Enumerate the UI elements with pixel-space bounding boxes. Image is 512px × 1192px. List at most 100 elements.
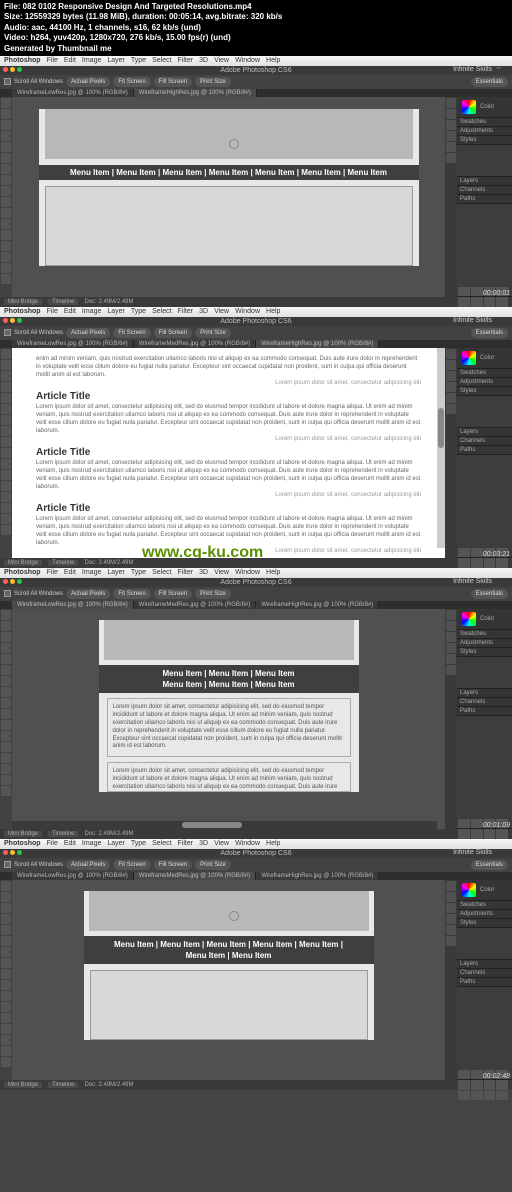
menu-help[interactable]: Help (266, 57, 280, 64)
menu-edit[interactable]: Edit (64, 57, 76, 64)
fill-screen-button[interactable]: Fill Screen (154, 77, 192, 87)
scroll-checkbox[interactable] (4, 861, 11, 868)
panel-icon[interactable] (446, 903, 456, 913)
layers-panel[interactable]: Layers (457, 960, 512, 969)
tool-icon[interactable] (1, 914, 11, 924)
scroll-checkbox[interactable] (4, 78, 11, 85)
menu-type[interactable]: Type (131, 569, 146, 576)
panel-icon[interactable] (446, 360, 456, 370)
vertical-scrollbar[interactable] (437, 348, 445, 548)
minimize-icon[interactable] (10, 850, 15, 855)
tool-icon[interactable] (1, 415, 11, 425)
menu-3d[interactable]: 3D (199, 57, 208, 64)
menu-view[interactable]: View (214, 840, 229, 847)
layers-panel[interactable]: Layers (457, 428, 512, 437)
panel-icon[interactable] (446, 892, 456, 902)
tool-icon[interactable] (1, 1013, 11, 1023)
menu-window[interactable]: Window (235, 840, 260, 847)
menu-3d[interactable]: 3D (199, 840, 208, 847)
menu-window[interactable]: Window (235, 57, 260, 64)
menu-file[interactable]: File (47, 840, 58, 847)
scroll-checkbox[interactable] (4, 329, 11, 336)
tool-icon[interactable] (1, 382, 11, 392)
menu-view[interactable]: View (214, 569, 229, 576)
tab-highres[interactable]: WireframeHighRes.jpg @ 100% (RGB/8#) (134, 89, 257, 97)
tool-icon[interactable] (1, 610, 11, 620)
brush-tool-icon[interactable] (1, 164, 11, 174)
adjustments-panel[interactable]: Adjustments (457, 127, 512, 136)
menu-select[interactable]: Select (152, 57, 171, 64)
menu-select[interactable]: Select (152, 840, 171, 847)
tab-lowres[interactable]: WireframeLowRes.jpg @ 100% (RGB/8#) (12, 340, 134, 348)
panel-icon[interactable] (446, 153, 456, 163)
panel-icon[interactable] (446, 881, 456, 891)
tab-medres[interactable]: WireframeMedRes.jpg @ 100% (RGB/8#) (134, 601, 256, 609)
clone-tool-icon[interactable] (1, 175, 11, 185)
menu-filter[interactable]: Filter (178, 569, 194, 576)
canvas-area[interactable]: Menu Item | Menu Item | Menu Item | Menu… (12, 880, 445, 1080)
panel-icon[interactable] (446, 98, 456, 108)
actual-pixels-button[interactable]: Actual Pixels (66, 77, 110, 87)
close-icon[interactable] (3, 67, 8, 72)
tab-lowres[interactable]: WireframeLowRes.jpg @ 100% (RGB/8#) (12, 872, 134, 880)
move-tool-icon[interactable] (1, 98, 11, 108)
menu-type[interactable]: Type (131, 308, 146, 315)
tool-icon[interactable] (1, 514, 11, 524)
menu-layer[interactable]: Layer (107, 57, 125, 64)
tab-lowres[interactable]: WireframeLowRes.jpg @ 100% (RGB/8#) (12, 89, 134, 97)
paths-panel[interactable]: Paths (457, 446, 512, 455)
tool-icon[interactable] (1, 753, 11, 763)
tab-medres[interactable]: WireframeMedRes.jpg @ 100% (RGB/8#) (134, 340, 256, 348)
menu-help[interactable]: Help (266, 840, 280, 847)
tab-lowres[interactable]: WireframeLowRes.jpg @ 100% (RGB/8#) (12, 601, 134, 609)
print-size-button[interactable]: Print Size (195, 589, 231, 599)
timeline-tab[interactable]: Timeline (48, 831, 78, 837)
tool-icon[interactable] (1, 470, 11, 480)
minimize-icon[interactable] (10, 318, 15, 323)
close-icon[interactable] (3, 579, 8, 584)
menu-select[interactable]: Select (152, 308, 171, 315)
fit-screen-button[interactable]: Fit Screen (113, 589, 150, 599)
menu-help[interactable]: Help (266, 308, 280, 315)
panel-icon[interactable] (446, 936, 456, 946)
tool-icon[interactable] (1, 892, 11, 902)
menu-window[interactable]: Window (235, 308, 260, 315)
menu-view[interactable]: View (214, 308, 229, 315)
panel-icon[interactable] (446, 665, 456, 675)
tool-icon[interactable] (1, 731, 11, 741)
adjustments-panel[interactable]: Adjustments (457, 378, 512, 387)
menu-image[interactable]: Image (82, 308, 101, 315)
swatches-panel[interactable]: Swatches (457, 630, 512, 639)
minimize-icon[interactable] (10, 67, 15, 72)
tool-icon[interactable] (1, 947, 11, 957)
tab-medres[interactable]: WireframeMedRes.jpg @ 100% (RGB/8#) (134, 872, 256, 880)
menu-layer[interactable]: Layer (107, 569, 125, 576)
close-icon[interactable] (3, 850, 8, 855)
tool-icon[interactable] (1, 720, 11, 730)
workspace-switcher[interactable]: Essentials (471, 589, 508, 599)
layers-panel[interactable]: Layers (457, 689, 512, 698)
tool-icon[interactable] (1, 426, 11, 436)
menu-image[interactable]: Image (82, 569, 101, 576)
tool-icon[interactable] (1, 980, 11, 990)
print-size-button[interactable]: Print Size (195, 77, 231, 87)
blur-tool-icon[interactable] (1, 208, 11, 218)
adjustments-panel[interactable]: Adjustments (457, 910, 512, 919)
tool-icon[interactable] (1, 632, 11, 642)
tool-icon[interactable] (1, 492, 11, 502)
menu-type[interactable]: Type (131, 840, 146, 847)
minibridge-tab[interactable]: Mini Bridge (4, 831, 42, 837)
tool-icon[interactable] (1, 503, 11, 513)
menu-edit[interactable]: Edit (64, 840, 76, 847)
workspace-switcher[interactable]: Essentials (471, 77, 508, 87)
swatches-panel[interactable]: Swatches (457, 369, 512, 378)
marquee-tool-icon[interactable] (1, 109, 11, 119)
menu-file[interactable]: File (47, 308, 58, 315)
panel-icon[interactable] (446, 131, 456, 141)
actual-pixels-button[interactable]: Actual Pixels (66, 328, 110, 338)
tool-icon[interactable] (1, 349, 11, 359)
panel-icon[interactable] (446, 142, 456, 152)
tool-icon[interactable] (1, 687, 11, 697)
tool-icon[interactable] (1, 393, 11, 403)
menu-file[interactable]: File (47, 57, 58, 64)
